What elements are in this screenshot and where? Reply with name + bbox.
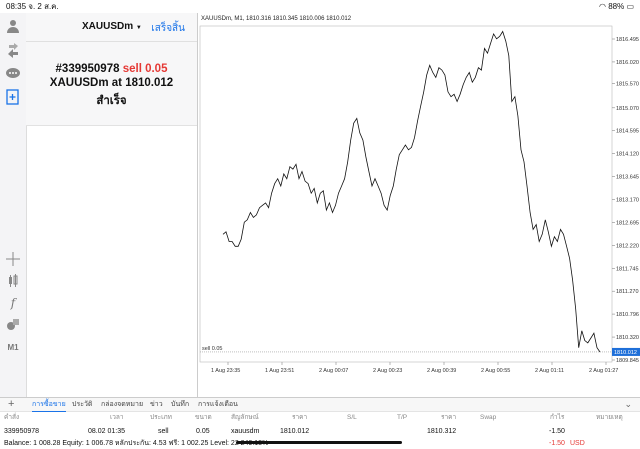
wifi-icon: ◠	[598, 2, 606, 11]
y-tick-label: 1813.170	[616, 198, 639, 204]
status-bar: 08:35 จ. 2 ส.ค. ◠ 88% ▭	[0, 0, 640, 13]
x-tick-label: 2 Aug 01:27	[589, 368, 618, 374]
add-icon[interactable]: +	[8, 398, 14, 411]
y-tick-label: 1810.320	[616, 335, 639, 341]
x-tick-label: 2 Aug 00:55	[481, 368, 510, 374]
col-current-price: ราคา	[441, 414, 457, 421]
timeframe-m1-button[interactable]: M1	[5, 339, 21, 355]
col-tp: T/P	[397, 414, 408, 421]
x-tick-label: 1 Aug 23:35	[211, 368, 240, 374]
row-profit: -1.50	[549, 428, 565, 435]
currency: USD	[570, 440, 585, 447]
left-toolbar: f M1	[0, 13, 27, 397]
y-tick-label: 1815.070	[616, 106, 639, 112]
plot-frame	[199, 25, 613, 363]
home-indicator	[236, 441, 402, 444]
y-tick-label: 1811.270	[616, 289, 639, 295]
crosshair-icon[interactable]	[5, 251, 21, 267]
row-symbol: xauusdm	[231, 428, 260, 435]
y-tick-label: 1814.595	[616, 129, 639, 135]
row-price: 1810.012	[280, 428, 310, 435]
total-profit: -1.50	[549, 440, 565, 447]
price-chart[interactable]: XAUUSDm, M1, 1810.316 1810.345 1810.006 …	[197, 13, 640, 397]
price-line	[222, 30, 601, 353]
y-tick-label: 1811.745	[616, 266, 639, 272]
tab-news[interactable]: ข่าว	[150, 398, 163, 411]
y-tick-label: 1816.020	[616, 60, 639, 66]
y-tick-label: 1815.570	[616, 82, 639, 88]
terminal-panel: + การซื้อขาย ประวัติ กล่องจดหมาย ข่าว บั…	[0, 397, 640, 449]
y-tick-label: 1810.796	[616, 312, 639, 318]
symbol-selector[interactable]: XAUUSDm ▼	[82, 21, 142, 32]
order-price: 1810.012	[125, 77, 174, 89]
row-order: 339950978	[4, 428, 40, 435]
order-confirmation-price: XAUUSDm at 1810.012	[49, 77, 174, 89]
row-type: sell	[158, 428, 169, 435]
done-button[interactable]: เสร็จสิ้น	[151, 21, 185, 36]
new-order-icon[interactable]	[5, 89, 21, 105]
y-tick-label: 1813.645	[616, 175, 639, 181]
y-tick-label: 1816.495	[616, 37, 639, 43]
x-tick-label: 2 Aug 00:07	[319, 368, 348, 374]
col-time: เวลา	[110, 414, 124, 421]
order-status: สำเร็จ	[96, 95, 127, 107]
status-date: จ. 2 ส.ค.	[28, 2, 59, 11]
x-tick-label: 1 Aug 23:51	[265, 368, 294, 374]
y-tick-label: 1812.220	[616, 243, 639, 249]
order-panel: XAUUSDm ▼ เสร็จสิ้น #339950978 sell 0.05…	[26, 13, 197, 126]
tab-mailbox[interactable]: กล่องจดหมาย	[101, 398, 143, 411]
tab-trade[interactable]: การซื้อขาย	[32, 398, 66, 412]
chevron-down-icon: ▼	[135, 25, 142, 31]
trade-arrows-icon[interactable]	[5, 42, 21, 58]
x-tick-label: 2 Aug 00:39	[427, 368, 456, 374]
x-tick-label: 2 Aug 00:23	[373, 368, 402, 374]
status-battery: 88%	[608, 2, 625, 11]
y-tick-label: 1809.845	[616, 358, 639, 364]
col-type: ประเภท	[150, 414, 172, 421]
y-tick-label: 1812.695	[616, 220, 639, 226]
order-confirmation-id: #339950978 sell 0.05	[55, 63, 168, 75]
row-time: 08.02 01:35	[88, 428, 125, 435]
col-symbol: สัญลักษณ์	[231, 414, 259, 421]
x-tick-label: 2 Aug 01:11	[535, 368, 564, 374]
col-sl: S/L	[347, 414, 357, 421]
status-time: 08:35	[6, 2, 27, 11]
row-current-price: 1810.312	[427, 428, 457, 435]
tab-journal[interactable]: บันทึก	[171, 398, 189, 411]
tab-history[interactable]: ประวัติ	[72, 398, 92, 411]
current-price-label: 1810.012	[614, 350, 637, 356]
collapse-icon[interactable]: ⌄	[624, 398, 632, 411]
balance-text: Balance: 1 008.28 Equity: 1 006.78 หลักป…	[4, 440, 269, 447]
y-tick-label: 1814.120	[616, 152, 639, 158]
objects-icon[interactable]	[5, 316, 21, 332]
col-comment: หมายเหตุ	[596, 414, 623, 421]
terminal-tabs: + การซื้อขาย ประวัติ กล่องจดหมาย ข่าว บั…	[0, 398, 640, 412]
tab-alerts[interactable]: การแจ้งเตือน	[198, 398, 238, 411]
order-side: sell 0.05	[122, 63, 168, 75]
chart-svg: 1816.495 1816.020 1815.570 1815.070 1814.595…	[199, 25, 640, 374]
order-panel-header: XAUUSDm ▼ เสร็จสิ้น	[26, 13, 197, 42]
indicator-icon[interactable]: f	[5, 295, 21, 311]
chart-type-icon[interactable]	[5, 273, 21, 289]
col-volume: ขนาด	[195, 414, 212, 421]
chat-icon[interactable]	[5, 66, 21, 82]
sell-level-label: sell 0.05	[202, 346, 223, 352]
col-profit: กำไร	[550, 414, 565, 421]
battery-icon: ▭	[626, 2, 634, 11]
account-icon[interactable]	[5, 18, 21, 34]
col-swap: Swap	[480, 414, 497, 421]
row-volume: 0.05	[196, 428, 210, 435]
col-order: คำสั่ง	[4, 414, 20, 421]
col-price: ราคา	[292, 414, 308, 421]
